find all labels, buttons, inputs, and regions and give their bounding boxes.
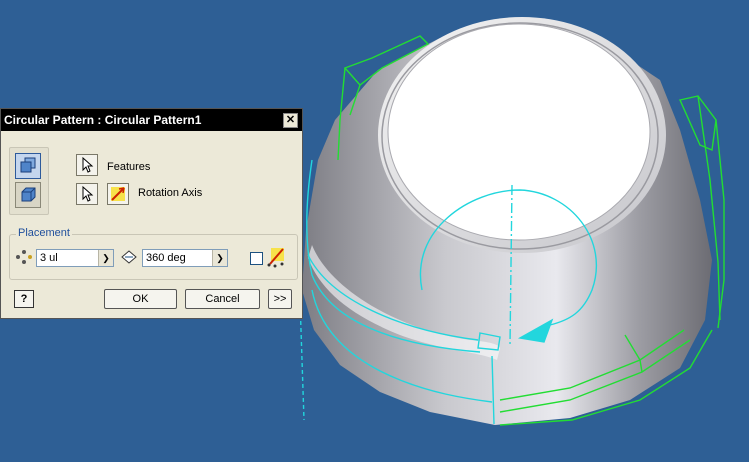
angle-value: 360 deg xyxy=(146,252,186,264)
pattern-solid-mode-button[interactable] xyxy=(15,182,41,208)
pattern-features-mode-button[interactable] xyxy=(15,153,41,179)
help-button[interactable]: ? xyxy=(14,290,34,308)
rotation-axis-select-button[interactable] xyxy=(76,183,98,205)
flip-axis-icon xyxy=(111,187,125,201)
features-label: Features xyxy=(107,161,151,173)
angle-menu-button[interactable]: ❯ xyxy=(212,250,227,266)
pattern-features-icon xyxy=(20,157,36,173)
axis-flip-button[interactable] xyxy=(107,183,129,205)
help-icon: ? xyxy=(20,293,28,305)
dialog-titlebar[interactable]: Circular Pattern : Circular Pattern1 ✕ xyxy=(1,109,302,131)
chevron-right-icon: ❯ xyxy=(102,253,110,263)
cursor-arrow-icon xyxy=(82,185,94,202)
cancel-button[interactable]: Cancel xyxy=(185,289,260,309)
rotation-axis-label: Rotation Axis xyxy=(138,187,203,199)
occurrence-count-icon xyxy=(16,250,32,264)
cursor-arrow-icon xyxy=(82,156,94,173)
angle-icon xyxy=(121,250,137,264)
midplane-checkbox[interactable] xyxy=(250,252,263,265)
chevron-right-icon: ❯ xyxy=(216,253,224,263)
ok-button[interactable]: OK xyxy=(104,289,177,309)
circular-pattern-dialog: Circular Pattern : Circular Pattern1 ✕ F… xyxy=(0,108,303,319)
close-button[interactable]: ✕ xyxy=(283,113,298,128)
midplane-icon xyxy=(267,248,284,268)
pattern-mode-panel xyxy=(9,147,49,215)
occurrence-count-menu-button[interactable]: ❯ xyxy=(98,250,113,266)
more-options-button[interactable]: >> xyxy=(268,289,292,309)
angle-input[interactable]: 360 deg ❯ xyxy=(142,249,228,267)
bowl-opening xyxy=(387,23,651,241)
features-select-button[interactable] xyxy=(76,154,98,176)
occurrence-count-input[interactable]: 3 ul ❯ xyxy=(36,249,114,267)
placement-group-title: Placement xyxy=(16,227,72,239)
pattern-solid-icon xyxy=(21,187,36,202)
occurrence-count-value: 3 ul xyxy=(40,252,58,264)
close-icon: ✕ xyxy=(285,114,296,126)
dialog-title: Circular Pattern : Circular Pattern1 xyxy=(4,113,202,127)
